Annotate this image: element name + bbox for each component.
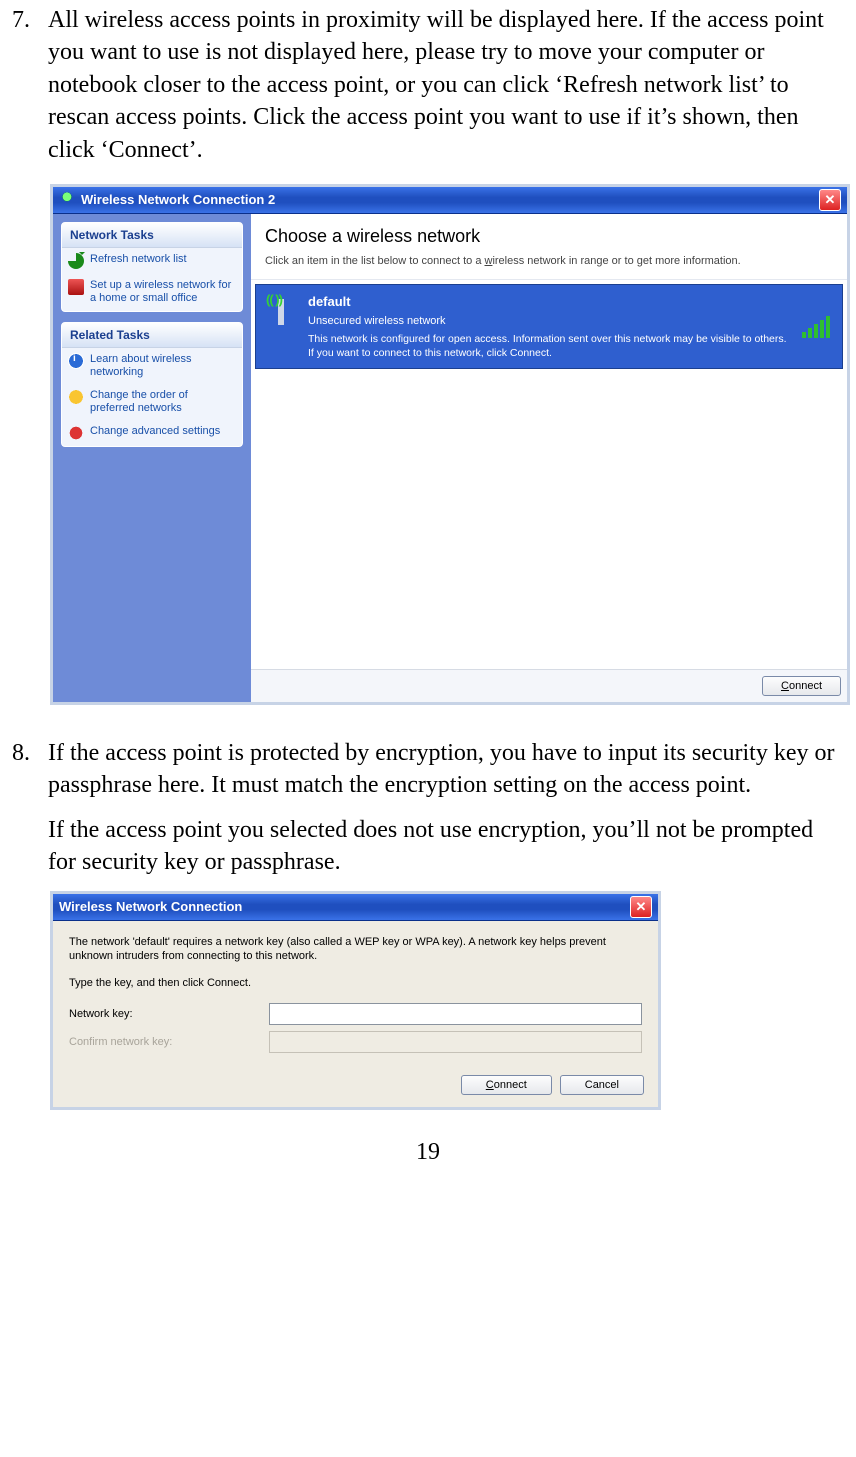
sidebar: Network Tasks Refresh network list Set u… — [53, 214, 251, 702]
refresh-network-list[interactable]: Refresh network list — [62, 248, 242, 274]
confirm-key-label: Confirm network key: — [69, 1035, 269, 1050]
close-icon[interactable]: ✕ — [819, 189, 841, 211]
step-8-text-2: If the access point you selected does no… — [48, 814, 844, 879]
connect-button[interactable]: Connect — [461, 1075, 552, 1095]
task-label: Set up a wireless network for a home or … — [90, 279, 234, 305]
confirm-key-row: Confirm network key: — [69, 1031, 642, 1053]
window-footer: Connect — [251, 669, 847, 702]
related-tasks-group: Related Tasks Learn about wireless netwo… — [61, 322, 243, 448]
setup-wireless-network[interactable]: Set up a wireless network for a home or … — [62, 274, 242, 310]
choose-network-heading: Choose a wireless network — [265, 224, 833, 248]
refresh-icon — [68, 253, 84, 269]
network-list[interactable]: default Unsecured wireless network This … — [251, 280, 847, 669]
network-key-input[interactable] — [269, 1003, 642, 1025]
network-tasks-head: Network Tasks — [62, 223, 242, 248]
step-7-text: All wireless access points in proximity … — [48, 4, 850, 166]
cancel-button[interactable]: Cancel — [560, 1075, 644, 1095]
step-7-number: 7. — [12, 4, 48, 713]
dialog-title: Wireless Network Connection — [59, 898, 630, 916]
dialog-titlebar[interactable]: Wireless Network Connection ✕ — [53, 894, 658, 921]
wireless-window: Wireless Network Connection 2 ✕ Network … — [50, 184, 850, 705]
window-title: Wireless Network Connection 2 — [81, 191, 819, 209]
dialog-text-1: The network 'default' requires a network… — [69, 935, 642, 965]
wireless-tower-icon — [264, 293, 298, 327]
task-label: Change advanced settings — [90, 425, 220, 438]
task-label: Refresh network list — [90, 253, 187, 266]
confirm-key-input — [269, 1031, 642, 1053]
step-8: 8. If the access point is protected by e… — [12, 737, 844, 1110]
network-item-default[interactable]: default Unsecured wireless network This … — [255, 284, 843, 369]
info-icon — [68, 353, 84, 369]
step-8-text-1: If the access point is protected by encr… — [48, 737, 844, 802]
network-key-row: Network key: — [69, 1003, 642, 1025]
network-key-label: Network key: — [69, 1007, 269, 1022]
network-description: This network is configured for open acce… — [308, 333, 792, 359]
network-name: default — [308, 293, 792, 311]
related-tasks-head: Related Tasks — [62, 323, 242, 348]
change-order-preferred[interactable]: Change the order of preferred networks — [62, 384, 242, 420]
window-titlebar[interactable]: Wireless Network Connection 2 ✕ — [53, 187, 847, 214]
step-7: 7. All wireless access points in proximi… — [12, 4, 844, 713]
choose-network-subtext: Click an item in the list below to conne… — [265, 254, 833, 275]
learn-about-wireless[interactable]: Learn about wireless networking — [62, 348, 242, 384]
dialog-text-2: Type the key, and then click Connect. — [69, 976, 642, 991]
task-label: Learn about wireless networking — [90, 353, 234, 379]
page-number: 19 — [12, 1136, 844, 1168]
network-tasks-group: Network Tasks Refresh network list Set u… — [61, 222, 243, 312]
star-icon — [68, 389, 84, 405]
antenna-icon — [59, 192, 75, 208]
network-status: Unsecured wireless network — [308, 314, 792, 329]
change-advanced-settings[interactable]: Change advanced settings — [62, 420, 242, 446]
task-label: Change the order of preferred networks — [90, 389, 234, 415]
connect-button[interactable]: Connect — [762, 676, 841, 696]
close-icon[interactable]: ✕ — [630, 896, 652, 918]
setup-icon — [68, 279, 84, 295]
main-panel: Choose a wireless network Click an item … — [251, 214, 847, 702]
network-key-dialog: Wireless Network Connection ✕ The networ… — [50, 891, 661, 1111]
dialog-footer: Connect Cancel — [53, 1071, 658, 1107]
gear-icon — [68, 425, 84, 441]
step-8-number: 8. — [12, 737, 48, 1110]
signal-icon — [802, 314, 832, 338]
